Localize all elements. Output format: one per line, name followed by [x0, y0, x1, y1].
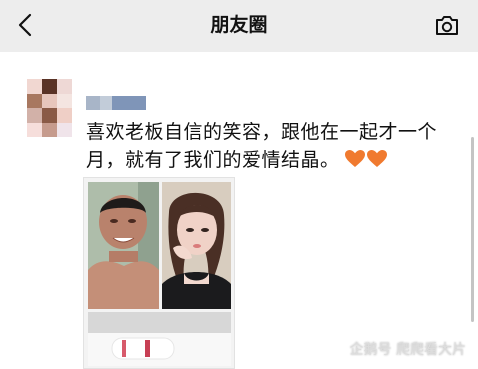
heart-icon	[344, 150, 365, 167]
scrollbar[interactable]	[471, 137, 474, 322]
top-navigation-bar: 朋友圈	[0, 0, 478, 52]
heart-emojis	[344, 149, 388, 177]
page-title: 朋友圈	[210, 14, 268, 36]
penguin-logo-icon	[327, 340, 346, 358]
photo-pregnancy-test[interactable]	[88, 312, 231, 366]
moment-post: 喜欢老板自信的笑容，跟他在一起才一个月，就有了我们的爱情结晶。 企鹅号 爬爬看大…	[0, 52, 478, 369]
camera-icon	[436, 16, 458, 35]
photo-woman[interactable]	[162, 182, 231, 309]
avatar[interactable]	[27, 79, 72, 137]
username-blurred[interactable]	[86, 96, 146, 110]
photo-man[interactable]	[88, 182, 159, 309]
watermark: 企鹅号 爬爬看大片	[327, 339, 466, 359]
photo-collage[interactable]	[83, 177, 235, 369]
watermark-text: 企鹅号 爬爬看大片	[349, 342, 466, 358]
camera-button[interactable]	[434, 13, 460, 37]
heart-icon	[366, 150, 387, 167]
post-text: 喜欢老板自信的笑容，跟他在一起才一个月，就有了我们的爱情结晶。	[86, 118, 456, 177]
